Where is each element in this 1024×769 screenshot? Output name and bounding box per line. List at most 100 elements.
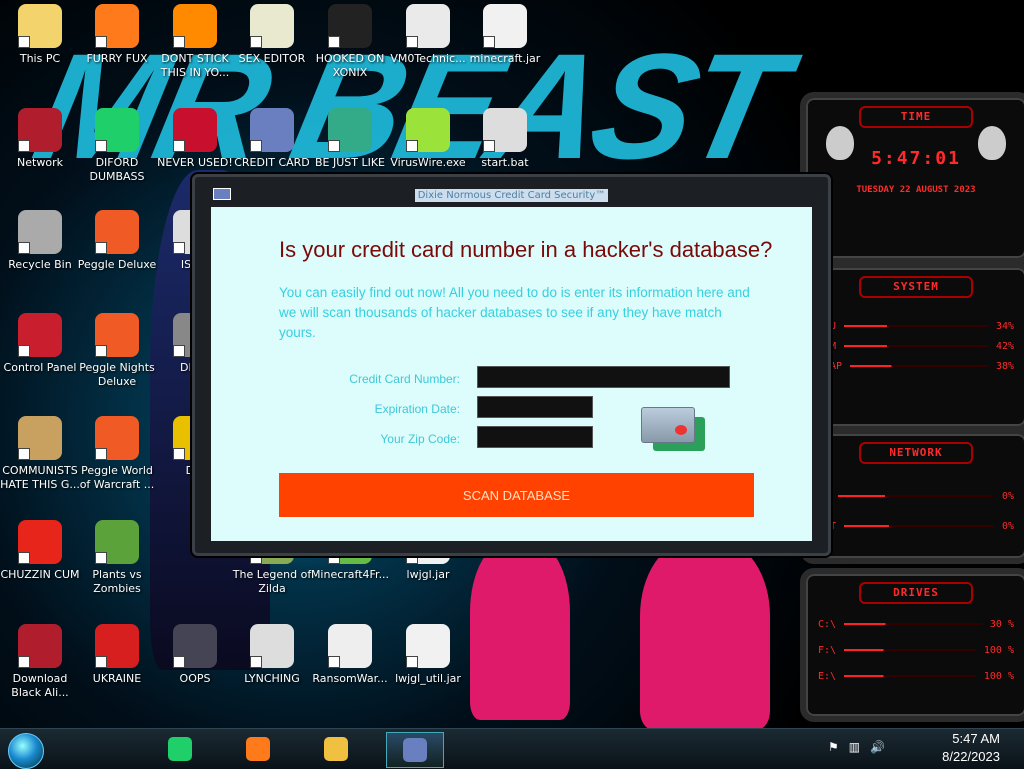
alien-logo-icon: [978, 126, 1006, 160]
xonix-game-icon: [328, 4, 372, 48]
desktop-icon-label: Network: [17, 156, 63, 169]
expiration-date-input[interactable]: [477, 396, 593, 418]
taskbar-clock[interactable]: 5:47 AM 8/22/2023: [942, 730, 1000, 766]
desktop-icon-label: CHUZZIN CUM: [0, 568, 80, 581]
usage-bar: [850, 365, 988, 367]
page-description: You can easily find out now! All you nee…: [279, 285, 750, 340]
desktop-icon-label: Download Black Ali...: [11, 672, 69, 699]
desktop-icon-label: Peggle Nights Deluxe: [79, 361, 155, 388]
drive-row-label: E:\: [818, 670, 837, 682]
flag-icon[interactable]: ⚑: [828, 740, 839, 756]
desktop-icon-label: BE JUST LIKE: [314, 156, 386, 169]
desktop-icon[interactable]: Download Black Ali...: [0, 624, 80, 700]
desktop-icon[interactable]: Peggle World of Warcraft ...: [77, 416, 157, 492]
taskbar-app-button[interactable]: [230, 732, 286, 766]
usage-bar: [844, 325, 988, 327]
desktop-icon-label: minecraft.jar: [469, 52, 541, 65]
desktop-icon-label: DIFORD DUMBASS: [89, 156, 145, 183]
taskbar-app-button[interactable]: [308, 732, 364, 766]
taskbar-app-button[interactable]: [386, 732, 444, 768]
desktop-icon[interactable]: Control Panel: [0, 313, 80, 375]
desktop-icon[interactable]: VM0Technic...: [388, 4, 468, 66]
desktop-icon[interactable]: start.bat: [465, 108, 545, 170]
window-titlebar[interactable]: Dixie Normous Credit Card Security™: [195, 183, 828, 203]
volume-icon[interactable]: 🔊: [870, 740, 885, 756]
usage-bar: [844, 525, 994, 527]
drive-row-label: F:\: [818, 644, 837, 656]
firefox-icon: [95, 4, 139, 48]
network-row-out: OUT0%: [806, 516, 1024, 536]
desktop-icon[interactable]: HOOKED ON XONIX: [310, 4, 390, 80]
system-gadget[interactable]: SYSTEM CPU34% RAM42% SWAP38%: [800, 262, 1024, 432]
system-gadget-title: SYSTEM: [859, 276, 973, 298]
usage-bar: [844, 675, 976, 677]
network-row-value: 0%: [1001, 520, 1014, 532]
desktop-icon[interactable]: COMMUNISTS HATE THIS G...: [0, 416, 80, 492]
desktop-icon[interactable]: CHUZZIN CUM: [0, 520, 80, 582]
peggle-nights-icon: [95, 313, 139, 357]
alien-logo-icon: [826, 126, 854, 160]
notes-icon: [95, 108, 139, 152]
desktop-icon[interactable]: lwjgl_util.jar: [388, 624, 468, 686]
credit-card-app-icon: [250, 108, 294, 152]
control-panel-icon: [18, 313, 62, 357]
drives-gadget-title: DRIVES: [859, 582, 973, 604]
desktop-icon[interactable]: CREDIT CARD: [232, 108, 312, 170]
desktop-icon-label: DONT STICK THIS IN YO...: [160, 52, 230, 79]
plants-vs-zombies-icon: [95, 520, 139, 564]
desktop-icon-label: SEX EDITOR: [238, 52, 306, 65]
taskbar-app-button[interactable]: [152, 732, 208, 766]
java-icon: [483, 4, 527, 48]
desktop-icon[interactable]: Network: [0, 108, 80, 170]
usage-bar: [844, 345, 988, 347]
network-gadget[interactable]: NETWORK IN0% OUT0%: [800, 428, 1024, 564]
desktop-icon-label: start.bat: [481, 156, 529, 169]
desktop-icon-label: The Legend of Zilda: [232, 568, 312, 595]
desktop-icon[interactable]: NEVER USED!: [155, 108, 235, 170]
desktop-icon[interactable]: OOPS: [155, 624, 235, 686]
desktop-icon[interactable]: This PC: [0, 4, 80, 66]
network-gadget-title: NETWORK: [859, 442, 973, 464]
chuzzle-icon: [18, 520, 62, 564]
desktop-icon-label: CREDIT CARD: [234, 156, 310, 169]
time-gadget[interactable]: TIME 5:47:01 TUESDAY 22 AUGUST 2023: [800, 92, 1024, 264]
system-row-swap: SWAP38%: [806, 356, 1024, 376]
desktop-icon[interactable]: BE JUST LIKE: [310, 108, 390, 170]
time-gadget-date: TUESDAY 22 AUGUST 2023: [856, 185, 976, 195]
lime-icon: [406, 108, 450, 152]
credit-card-security-window[interactable]: Dixie Normous Credit Card Security™ Is y…: [192, 174, 831, 556]
santa-elf-icon: [328, 108, 372, 152]
drives-gadget[interactable]: DRIVES C:\ 30 % F:\ 100 % E:\ 100 %: [800, 568, 1024, 722]
zip-code-input[interactable]: [477, 426, 593, 448]
desktop-icon[interactable]: Plants vs Zombies: [77, 520, 157, 596]
network-icon[interactable]: ▥: [849, 740, 860, 756]
desktop-icon[interactable]: DIFORD DUMBASS: [77, 108, 157, 184]
desktop-icon-label: HOOKED ON XONIX: [315, 52, 385, 79]
desktop-icon[interactable]: DONT STICK THIS IN YO...: [155, 4, 235, 80]
cartoon-avatar-icon: [18, 4, 62, 48]
desktop-icon[interactable]: SEX EDITOR: [232, 4, 312, 66]
desktop-icon[interactable]: UKRAINE: [77, 624, 157, 686]
desktop-icon[interactable]: Recycle Bin: [0, 210, 80, 272]
taskbar: ⚑ ▥ 🔊 5:47 AM 8/22/2023: [0, 728, 1024, 769]
drive-row-label: C:\: [818, 618, 837, 630]
scan-database-button[interactable]: SCAN DATABASE: [279, 473, 754, 517]
desktop-icon[interactable]: LYNCHING: [232, 624, 312, 686]
start-button[interactable]: [8, 733, 44, 769]
card-number-input[interactable]: [477, 366, 730, 388]
usage-bar: [844, 623, 982, 625]
desktop-icon[interactable]: minecraft.jar: [465, 4, 545, 66]
system-row-value: 34%: [995, 320, 1014, 332]
desktop-icon[interactable]: RansomWar...: [310, 624, 390, 686]
page-heading: Is your credit card number in a hacker's…: [279, 237, 773, 262]
usage-bar: [844, 649, 976, 651]
network-row-value: 0%: [1001, 490, 1014, 502]
desktop-icon-label: OOPS: [179, 672, 211, 685]
desktop-icon[interactable]: Peggle Nights Deluxe: [77, 313, 157, 389]
desktop-icon[interactable]: VirusWire.exe: [388, 108, 468, 170]
desktop-icon[interactable]: Peggle Deluxe: [77, 210, 157, 272]
desktop-icon-label: VM0Technic...: [390, 52, 466, 65]
desktop-icon[interactable]: FURRY FUX: [77, 4, 157, 66]
credit-card-app-icon: [403, 738, 427, 762]
desktop-icon-label: Peggle Deluxe: [77, 258, 157, 271]
